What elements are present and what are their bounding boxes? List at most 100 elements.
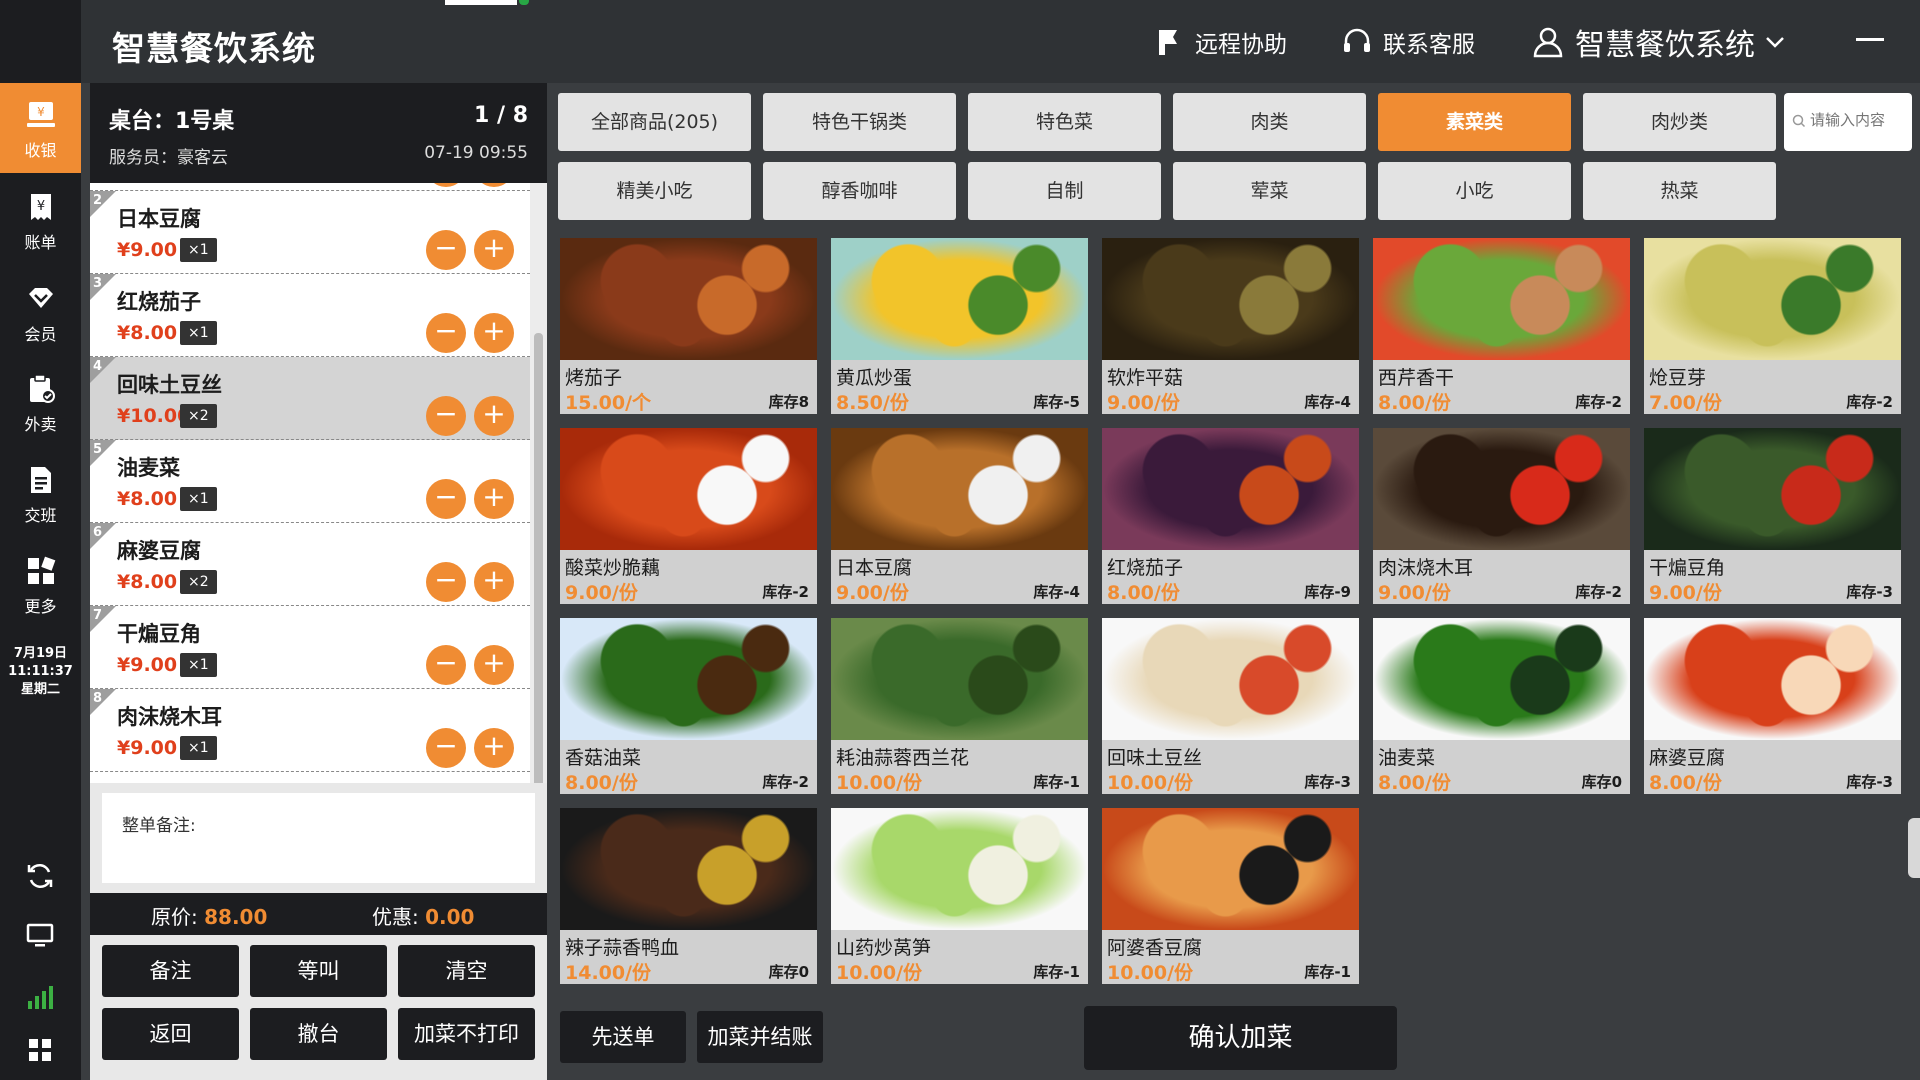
add-no-print-button[interactable]: 加菜不打印 (398, 1008, 535, 1060)
add-and-checkout-button[interactable]: 加菜并结账 (697, 1011, 823, 1063)
order-row[interactable]: 6 麻婆豆腐 ¥8.00 ×2 − + (90, 523, 530, 606)
dish-card[interactable]: 油麦菜 8.00/份 库存0 (1373, 618, 1630, 794)
increase-button[interactable]: + (474, 645, 514, 685)
dish-card[interactable]: 回味土豆丝 10.00/份 库存-3 (1102, 618, 1359, 794)
category-tab[interactable]: 醇香咖啡 (763, 162, 956, 220)
category-tab[interactable]: 精美小吃 (558, 162, 751, 220)
order-items-list[interactable]: − + 2日本豆腐¥9.00×1−+3红烧茄子¥8.00×1−+4回味土豆丝¥1… (90, 183, 547, 866)
order-row[interactable]: 4 回味土豆丝 ¥10.00 ×2− + (90, 357, 530, 440)
category-tab[interactable]: 小吃 (1378, 162, 1571, 220)
increase-button[interactable]: + (474, 396, 514, 436)
decrease-button[interactable]: − (426, 183, 466, 187)
dish-card[interactable]: 山药炒莴笋 10.00/份 库存-1 (831, 808, 1088, 984)
category-tab[interactable]: 肉类 (1173, 93, 1366, 151)
dish-card[interactable]: 日本豆腐 9.00/份 库存-4 (831, 428, 1088, 604)
nav-item-member[interactable]: 会员 (0, 267, 81, 357)
grid-menu-icon[interactable] (24, 1034, 56, 1066)
back-button[interactable]: 返回 (102, 1008, 239, 1060)
nav-item-bill[interactable]: ¥ 账单 (0, 175, 81, 265)
decrease-button[interactable]: − (426, 728, 466, 768)
remote-assist-button[interactable]: 远程协助 (1153, 22, 1287, 62)
dish-card[interactable]: 烤茄子 15.00/个 库存8 (560, 238, 817, 414)
order-row[interactable]: 3 红烧茄子 ¥8.00 ×1 − + (90, 274, 530, 357)
dish-name: 回味土豆丝 (117, 373, 222, 397)
dish-photo (560, 808, 817, 930)
search-box[interactable] (1784, 93, 1912, 151)
dish-card[interactable]: 干煸豆角 9.00/份 库存-3 (1644, 428, 1901, 604)
dish-card[interactable]: 辣子蒜香鸭血 14.00/份 库存0 (560, 808, 817, 984)
remark-input[interactable]: 整单备注: (102, 793, 535, 883)
category-tab[interactable]: 特色菜 (968, 93, 1161, 151)
dish-stock: 库存-4 (1304, 393, 1351, 411)
dish-photo (560, 618, 817, 740)
category-tab[interactable]: 特色干锅类 (763, 93, 956, 151)
svg-text:¥: ¥ (37, 105, 45, 119)
minimize-button[interactable] (1856, 38, 1884, 41)
order-panel: 桌台：1号桌 服务员：豪客云 1 / 8 07-19 09:55 − + 2 日本… (90, 83, 547, 1080)
order-row[interactable]: 8 肉沫烧木耳 ¥9.00 ×1 − + (90, 689, 530, 772)
decrease-button[interactable]: − (426, 313, 466, 353)
category-tab[interactable]: 自制 (968, 162, 1161, 220)
side-collapse-handle[interactable] (1908, 818, 1920, 878)
nav-item-more[interactable]: 更多 (0, 539, 81, 629)
decrease-button[interactable]: − (426, 645, 466, 685)
increase-button[interactable]: + (474, 728, 514, 768)
refresh-icon[interactable] (24, 860, 56, 892)
decrease-button[interactable]: − (426, 230, 466, 270)
increase-button[interactable]: + (474, 479, 514, 519)
dish-quantity: ×1 (180, 321, 217, 345)
clear-table-button[interactable]: 撤台 (250, 1008, 387, 1060)
contact-service-button[interactable]: 联系客服 (1341, 22, 1475, 62)
increase-button[interactable]: + (474, 230, 514, 270)
category-tab[interactable]: 热菜 (1583, 162, 1776, 220)
dish-card[interactable]: 肉沫烧木耳 9.00/份 库存-2 (1373, 428, 1630, 604)
original-price-label: 原价: (151, 905, 198, 929)
increase-button[interactable]: + (474, 562, 514, 602)
bottom-bar: 先送单 加菜并结账 确认加菜 (548, 1003, 1920, 1080)
dish-card[interactable]: 炝豆芽 7.00/份 库存-2 (1644, 238, 1901, 414)
order-row[interactable]: 2 日本豆腐 ¥9.00 ×1 − + (90, 191, 530, 274)
increase-button[interactable]: + (474, 313, 514, 353)
contact-service-label: 联系客服 (1383, 32, 1475, 58)
dish-price: 9.00/份 (565, 582, 638, 604)
decrease-button[interactable]: − (426, 562, 466, 602)
dish-name: 回味土豆丝 (1107, 747, 1203, 769)
order-time: 07-19 09:55 (424, 143, 528, 163)
nav-item-cashier[interactable]: ¥ 收银 (0, 83, 81, 173)
dish-card[interactable]: 软炸平菇 9.00/份 库存-4 (1102, 238, 1359, 414)
decrease-button[interactable]: − (426, 396, 466, 436)
decrease-button[interactable]: − (426, 479, 466, 519)
nav-label-cashier: 收银 (24, 141, 57, 160)
nav-item-shift[interactable]: 交班 (0, 448, 81, 538)
dish-card[interactable]: 耗油蒜蓉西兰花 10.00/份 库存-1 (831, 618, 1088, 794)
clear-button[interactable]: 清空 (398, 945, 535, 997)
increase-button[interactable]: + (474, 183, 514, 187)
dish-card[interactable]: 红烧茄子 8.00/份 库存-9 (1102, 428, 1359, 604)
category-tab[interactable]: 荤菜 (1173, 162, 1366, 220)
dish-stock: 库存-9 (1304, 583, 1351, 601)
order-row[interactable]: 5 油麦菜 ¥8.00 ×1 − + (90, 440, 530, 523)
original-price: 原价: 88.00 (151, 901, 267, 930)
dish-card[interactable]: 香菇油菜 8.00/份 库存-2 (560, 618, 817, 794)
user-menu[interactable]: 智慧餐饮系统 (1531, 22, 1797, 63)
dish-card[interactable]: 酸菜炒脆藕 9.00/份 库存-2 (560, 428, 817, 604)
dish-card[interactable]: 西芹香干 8.00/份 库存-2 (1373, 238, 1630, 414)
category-tab[interactable]: 素菜类 (1378, 93, 1571, 151)
category-tab[interactable]: 全部商品(205) (558, 93, 751, 151)
remark-button[interactable]: 备注 (102, 945, 239, 997)
send-first-button[interactable]: 先送单 (560, 1011, 686, 1063)
dish-card[interactable]: 黄瓜炒蛋 8.50/份 库存-5 (831, 238, 1088, 414)
nav-label-shift: 交班 (24, 506, 57, 525)
discount-label: 优惠: (372, 905, 419, 929)
dish-card[interactable]: 阿婆香豆腐 10.00/份 库存-1 (1102, 808, 1359, 984)
dish-card[interactable]: 麻婆豆腐 8.00/份 库存-3 (1644, 618, 1901, 794)
headset-icon (1344, 28, 1370, 52)
wait-call-button[interactable]: 等叫 (250, 945, 387, 997)
search-input[interactable] (1810, 111, 1908, 129)
confirm-add-button[interactable]: 确认加菜 (1084, 1006, 1397, 1070)
order-row[interactable]: 7 干煸豆角 ¥9.00 ×1 − + (90, 606, 530, 689)
nav-item-takeout[interactable]: 外卖 (0, 357, 81, 447)
dish-name: 酸菜炒脆藕 (565, 557, 661, 579)
category-tab[interactable]: 肉炒类 (1583, 93, 1776, 151)
monitor-icon[interactable] (24, 919, 56, 951)
